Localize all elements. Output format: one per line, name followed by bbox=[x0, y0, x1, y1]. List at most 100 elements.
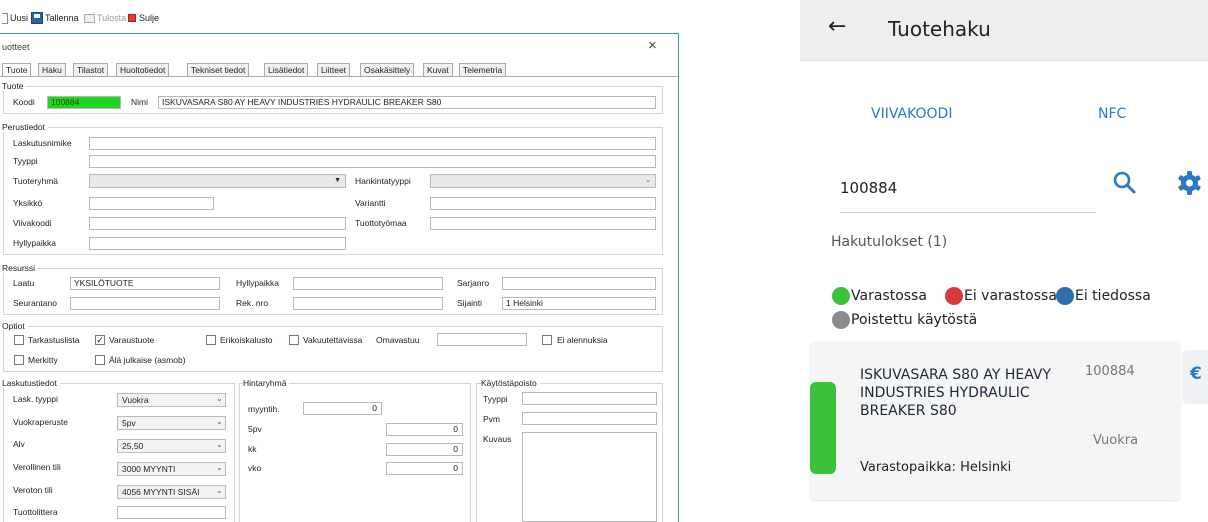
myyntih-field[interactable]: 0 bbox=[303, 402, 382, 415]
tab-tuote[interactable]: Tuote bbox=[2, 63, 32, 77]
kp-tyyppi-label: Tyyppi bbox=[483, 394, 508, 404]
tarkastuslista-label: Tarkastuslista bbox=[28, 335, 80, 345]
save-button[interactable]: Tallenna bbox=[31, 11, 79, 25]
new-button[interactable]: Uusi bbox=[2, 11, 28, 25]
seurantano-label: Seurantano bbox=[13, 298, 57, 308]
varaustuote-checkbox[interactable]: ✓ bbox=[95, 335, 105, 345]
ei-alennuksia-label: Ei alennuksia bbox=[557, 335, 608, 345]
ala-julkaise-label: Älä julkaise (asmob) bbox=[109, 355, 186, 365]
kk-field[interactable]: 0 bbox=[386, 443, 463, 456]
variantti-field[interactable] bbox=[430, 197, 656, 210]
tab-liitteet[interactable]: Liitteet bbox=[317, 63, 351, 76]
seurantano-field[interactable] bbox=[70, 297, 220, 310]
tab-tilastot[interactable]: Tilastot bbox=[73, 63, 109, 76]
close-app-button[interactable]: Sulje bbox=[128, 11, 159, 25]
erikoiskalusto-label: Erikoiskalusto bbox=[220, 335, 273, 345]
legend-item-ei-tiedossa: Ei tiedossa bbox=[1056, 287, 1151, 305]
tarkastuslista-checkbox[interactable] bbox=[14, 335, 24, 345]
erikoiskalusto-checkbox[interactable] bbox=[206, 335, 216, 345]
tab-telemetria[interactable]: Telemetria bbox=[459, 63, 507, 76]
group-hintaryhma-title: Hintaryhmä bbox=[243, 378, 290, 388]
tab-osakasittely[interactable]: Osakäsittely bbox=[360, 63, 415, 76]
hyllypaikka-field[interactable] bbox=[89, 237, 346, 250]
res-hyllypaikka-field[interactable] bbox=[293, 277, 443, 290]
tuottolittera-field[interactable] bbox=[117, 506, 226, 519]
group-kaytostapoisto-title: Käytöstäpoisto bbox=[481, 378, 540, 388]
price-button[interactable]: € bbox=[1182, 350, 1208, 404]
omavastuu-label: Omavastuu bbox=[376, 335, 420, 345]
tab-lisatiedot[interactable]: Lisätiedot bbox=[264, 63, 309, 76]
print-label: Tulosta bbox=[97, 13, 127, 23]
kp-tyyppi-field[interactable] bbox=[522, 392, 657, 405]
veroton-select[interactable]: 4056 MYYNTI SISÄI bbox=[117, 485, 226, 499]
laatu-field[interactable]: YKSILÖTUOTE bbox=[70, 277, 220, 290]
tuottotyomaa-label: Tuottotyömaa bbox=[355, 218, 407, 228]
sijainti-label: Sijainti bbox=[457, 298, 483, 308]
tuottotyomaa-field[interactable] bbox=[430, 217, 656, 230]
verollinen-select[interactable]: 3000 MYYNTI bbox=[117, 462, 226, 476]
search-input[interactable]: 100884 bbox=[840, 179, 1096, 213]
search-icon[interactable] bbox=[1112, 170, 1138, 196]
tuoteryhma-select[interactable]: ▼ bbox=[89, 174, 346, 188]
page-title: Tuotehaku bbox=[888, 17, 991, 41]
toolbar: Uusi Tallenna Tulosta Sulje bbox=[0, 0, 800, 30]
pv5-field[interactable]: 0 bbox=[386, 423, 463, 436]
vuokraperuste-select[interactable]: 5pv bbox=[117, 416, 226, 430]
koodi-field[interactable]: 100884 bbox=[47, 96, 121, 109]
nimi-field[interactable]: ISKUVASARA S80 AY HEAVY INDUSTRIES HYDRA… bbox=[158, 96, 656, 109]
lask-tyyppi-label: Lask. tyyppi bbox=[13, 394, 58, 404]
kp-kuvaus-textarea[interactable] bbox=[522, 432, 657, 522]
printer-icon bbox=[84, 13, 95, 23]
ei-alennuksia-checkbox[interactable] bbox=[542, 335, 552, 345]
tab-nfc[interactable]: NFC bbox=[1098, 106, 1126, 122]
yksikko-field[interactable] bbox=[89, 197, 214, 210]
vko-label: vko bbox=[248, 463, 262, 473]
yksikko-label: Yksikkö bbox=[13, 198, 43, 208]
gear-icon[interactable] bbox=[1176, 170, 1202, 196]
nimi-label: Nimi bbox=[131, 97, 148, 107]
tab-tekniset-tiedot[interactable]: Tekniset tiedot bbox=[187, 63, 250, 76]
viivakoodi-field[interactable] bbox=[89, 217, 346, 230]
kk-label: kk bbox=[248, 444, 257, 454]
tab-divider bbox=[0, 76, 678, 77]
result-card[interactable]: ISKUVASARA S80 AY HEAVY INDUSTRIES HYDRA… bbox=[810, 342, 1180, 500]
group-perustiedot-title: Perustiedot bbox=[2, 122, 48, 132]
sarjanro-field[interactable] bbox=[502, 277, 656, 290]
back-arrow-icon[interactable]: ← bbox=[828, 14, 846, 39]
tab-huoltotiedot[interactable]: Huoltotiedot bbox=[116, 63, 170, 76]
laskutusnimike-field[interactable] bbox=[89, 137, 656, 150]
laskutusnimike-label: Laskutusnimike bbox=[13, 138, 72, 148]
laatu-label: Laatu bbox=[13, 278, 35, 288]
reknro-field[interactable] bbox=[293, 297, 443, 310]
hankintatyyppi-select[interactable]: ⌄ bbox=[430, 174, 656, 188]
euro-icon: € bbox=[1190, 364, 1202, 384]
tab-haku[interactable]: Haku bbox=[38, 63, 66, 76]
result-type: Vuokra bbox=[1093, 433, 1139, 448]
verollinen-label: Verollinen tili bbox=[13, 462, 61, 472]
result-code: 100884 bbox=[1085, 364, 1135, 379]
mobile-app: ← Tuotehaku VIIVAKOODI NFC 100884 Hakutu… bbox=[800, 0, 1208, 522]
tyyppi-field[interactable] bbox=[89, 155, 656, 168]
kp-pvm-label: Pvm bbox=[483, 414, 500, 424]
print-button[interactable]: Tulosta bbox=[84, 11, 126, 25]
tab-kuvat[interactable]: Kuvat bbox=[423, 63, 453, 76]
ala-julkaise-checkbox[interactable] bbox=[95, 355, 105, 365]
vakuutettavissa-checkbox[interactable] bbox=[289, 335, 299, 345]
close-red-icon bbox=[128, 14, 136, 22]
red-dot-icon bbox=[945, 287, 963, 305]
vko-field[interactable]: 0 bbox=[386, 462, 463, 475]
reknro-label: Rek. nro bbox=[236, 298, 269, 308]
varaustuote-label: Varaustuote bbox=[109, 335, 155, 345]
result-location: Varastopaikka: Helsinki bbox=[860, 460, 1012, 475]
tab-barcode[interactable]: VIIVAKOODI bbox=[871, 106, 952, 122]
status-badge bbox=[810, 382, 836, 474]
lask-tyyppi-select[interactable]: Vuokra bbox=[117, 393, 226, 407]
kp-pvm-field[interactable] bbox=[522, 412, 657, 425]
tuottolittera-label: Tuottolittera bbox=[13, 507, 58, 517]
sijainti-field[interactable]: 1 Helsinki bbox=[502, 297, 656, 310]
merkitty-checkbox[interactable] bbox=[14, 355, 24, 365]
save-label: Tallenna bbox=[45, 13, 79, 23]
window-close-icon[interactable]: × bbox=[648, 37, 657, 54]
omavastuu-field[interactable] bbox=[437, 333, 527, 346]
alv-select[interactable]: 25,50 bbox=[117, 439, 226, 453]
